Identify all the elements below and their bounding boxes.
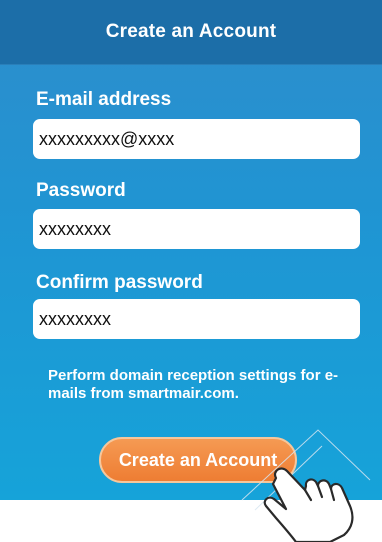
domain-settings-note: Perform domain reception settings for e-… [48,367,339,402]
email-field[interactable] [33,119,360,159]
confirm-password-label: Confirm password [36,272,203,293]
confirm-password-field[interactable] [33,299,360,339]
app-screen: Create an Account E-mail address Passwor… [0,0,382,500]
password-label: Password [36,180,126,201]
header-bar: Create an Account [0,0,382,65]
email-label: E-mail address [36,89,172,110]
create-account-button[interactable]: Create an Account [99,437,297,483]
page-title: Create an Account [105,21,277,42]
password-field[interactable] [33,209,360,249]
